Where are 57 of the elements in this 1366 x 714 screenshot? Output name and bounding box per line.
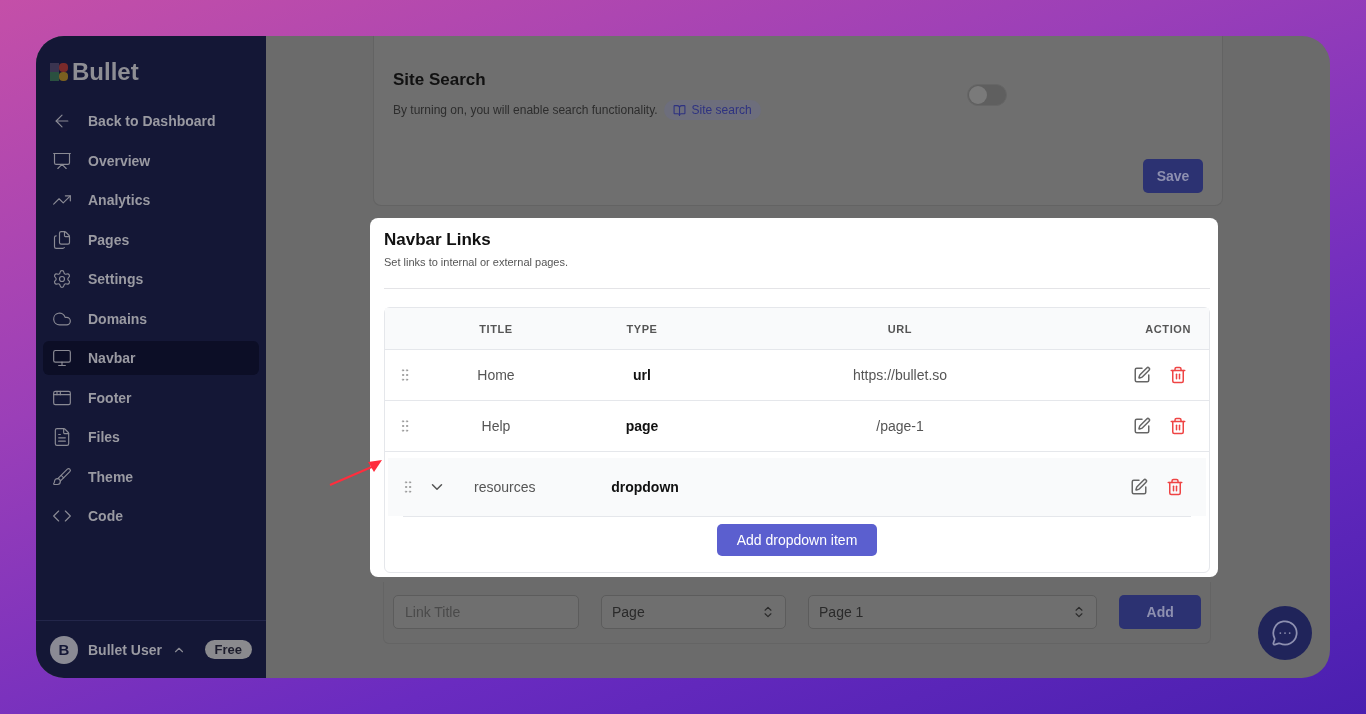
edit-button[interactable]	[1133, 366, 1151, 384]
add-dropdown-item-button[interactable]: Add dropdown item	[717, 524, 877, 556]
monitor-icon	[52, 348, 72, 368]
edit-icon	[1133, 366, 1151, 384]
trash-icon	[1166, 478, 1184, 496]
column-header: TITLE	[479, 322, 513, 335]
sidebar-item[interactable]: Settings	[43, 262, 259, 296]
files-icon	[52, 229, 72, 250]
table-cell: /page-1	[876, 418, 924, 434]
sidebar-item[interactable]: Code	[43, 499, 259, 533]
user-name[interactable]: Bullet User	[88, 641, 162, 658]
toggle-switch[interactable]	[967, 84, 1007, 106]
column-header: URL	[887, 322, 913, 335]
column-header: TYPE	[626, 322, 658, 335]
table-cell: Home	[477, 367, 515, 383]
presentation-icon	[52, 150, 72, 171]
edit-icon	[1130, 478, 1148, 496]
sidebar-item[interactable]: Analytics	[43, 183, 259, 217]
file-icon	[52, 427, 72, 447]
book-icon	[672, 103, 686, 117]
avatar: B	[50, 635, 78, 664]
table-cell: Help	[481, 418, 511, 434]
edit-button[interactable]	[1130, 478, 1148, 496]
save-button[interactable]: Save	[1143, 159, 1203, 193]
sidebar-item[interactable]: Pages	[43, 222, 259, 257]
gear-icon	[52, 269, 72, 289]
section-title: Site Search	[393, 70, 487, 90]
table-cell: dropdown	[611, 479, 679, 495]
logo-icon	[50, 63, 68, 81]
delete-button[interactable]	[1166, 478, 1184, 496]
card-description: Set links to internal or external pages.	[384, 256, 570, 268]
table-cell: resources	[474, 479, 536, 495]
annotation-arrow	[328, 458, 382, 488]
sidebar-item[interactable]: Files	[43, 420, 259, 454]
delete-button[interactable]	[1169, 366, 1187, 384]
logo-text: Bullet	[72, 58, 139, 86]
sidebar-item[interactable]: Overview	[43, 143, 259, 178]
card-title: Navbar Links	[384, 230, 492, 250]
column-header: ACTION	[1145, 322, 1192, 335]
section-description: By turning on, you will enable search functionality.	[393, 103, 658, 117]
brush-icon	[52, 466, 72, 487]
plan-badge: Free	[204, 640, 252, 659]
sidebar-item[interactable]: Back to Dashboard	[43, 104, 259, 138]
edit-icon	[1133, 417, 1151, 435]
delete-button[interactable]	[1169, 417, 1187, 435]
sidebar-item[interactable]: Footer	[43, 380, 259, 415]
table-cell: https://bullet.so	[852, 367, 948, 383]
chat-bubble-icon	[1271, 619, 1299, 647]
sidebar-item[interactable]: Domains	[43, 301, 259, 336]
table-cell: page	[625, 418, 659, 434]
sidebar-item[interactable]: Navbar	[43, 341, 259, 375]
add-button[interactable]: Add	[1119, 595, 1201, 629]
trash-icon	[1169, 366, 1187, 384]
edit-button[interactable]	[1133, 417, 1151, 435]
trash-icon	[1169, 417, 1187, 435]
sidebar-item[interactable]: Theme	[43, 459, 259, 494]
table-cell: url	[633, 367, 651, 383]
